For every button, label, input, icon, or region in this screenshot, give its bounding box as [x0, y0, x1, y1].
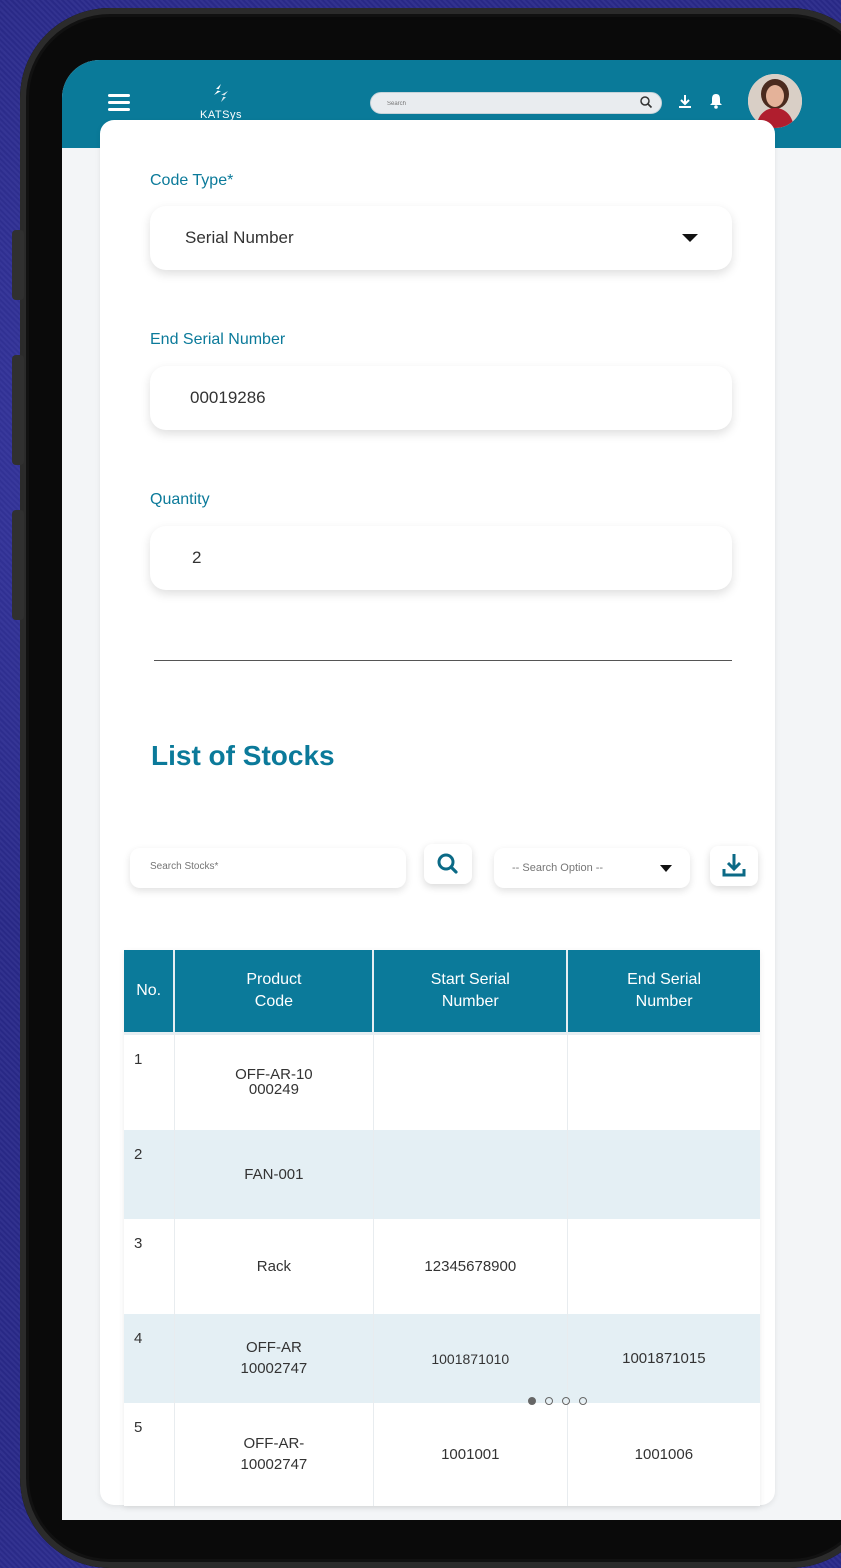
cell-product-code: FAN-001 [174, 1130, 374, 1219]
phone-volume-down [12, 510, 24, 620]
search-icon[interactable] [639, 95, 653, 114]
download-icon [722, 854, 746, 877]
bell-icon[interactable] [708, 92, 724, 115]
search-stocks-input[interactable] [148, 860, 392, 873]
phone-side-button [12, 230, 24, 300]
cell-start-serial: 1001001 [373, 1403, 568, 1506]
table-row[interactable]: 1 OFF-AR-10000249 [124, 1033, 760, 1130]
cell-start-serial: 12345678900 [373, 1219, 568, 1314]
column-header-label: Start Serial Number [430, 971, 510, 1010]
pagination-dot[interactable] [545, 1397, 553, 1405]
column-header-product-code[interactable]: Product Code [174, 950, 375, 1035]
table-row[interactable]: 4 OFF-AR 10002747 1001871010 1001871015 [124, 1314, 760, 1403]
cell-no: 5 [124, 1403, 175, 1506]
column-header-label: End Serial Number [627, 971, 701, 1010]
quantity-field[interactable]: 2 [150, 526, 732, 590]
search-option-select[interactable]: -- Search Option -- [494, 848, 690, 888]
cell-end-serial: 1001871015 [567, 1314, 760, 1403]
cell-text: OFF-AR-10000249 [235, 1065, 313, 1099]
cell-product-code: Rack [174, 1219, 374, 1314]
cell-product-code: OFF-AR 10002747 [174, 1314, 374, 1403]
stocks-title: List of Stocks [151, 740, 335, 771]
pagination-dot[interactable] [579, 1397, 587, 1405]
cell-text: OFF-AR 10002747 [240, 1339, 308, 1377]
cell-text: OFF-AR-10002747 [240, 1435, 308, 1473]
phone-screen: KATSys Code Type* Serial Number [62, 60, 841, 1520]
menu-icon[interactable] [108, 94, 130, 112]
table-row[interactable]: 3 Rack 12345678900 [124, 1219, 760, 1314]
cell-end-serial [567, 1033, 760, 1130]
pagination-dots [528, 1392, 596, 1410]
cell-product-code: OFF-AR-10002747 [174, 1403, 374, 1506]
quantity-label: Quantity [150, 491, 210, 508]
cell-no: 4 [124, 1314, 175, 1403]
cell-product-code: OFF-AR-10000249 [174, 1033, 374, 1130]
chevron-down-icon [682, 234, 698, 242]
cell-start-serial: 1001871010 [373, 1314, 568, 1403]
table-row[interactable]: 2 FAN-001 [124, 1130, 760, 1219]
column-header-start-serial[interactable]: Start Serial Number [373, 950, 569, 1035]
table-header-row: No. Product Code Start Serial Number End… [124, 950, 760, 1035]
global-search [370, 92, 662, 114]
end-serial-field[interactable]: 00019286 [150, 366, 732, 430]
search-stocks-button[interactable] [424, 844, 472, 884]
stocks-table: No. Product Code Start Serial Number End… [124, 950, 760, 1506]
cell-no: 2 [124, 1130, 175, 1219]
pagination-dot[interactable] [528, 1397, 536, 1405]
end-serial-value: 00019286 [190, 388, 266, 407]
search-icon [437, 853, 458, 874]
column-header-label: Product Code [246, 971, 302, 1010]
global-search-input[interactable] [385, 96, 619, 112]
cell-end-serial: 1001006 [567, 1403, 760, 1506]
column-header-end-serial[interactable]: End Serial Number [567, 950, 760, 1035]
code-type-select[interactable]: Serial Number [150, 206, 732, 270]
logo-icon [214, 84, 228, 102]
pagination-dot[interactable] [562, 1397, 570, 1405]
cell-no: 1 [124, 1033, 175, 1130]
cell-start-serial [373, 1130, 568, 1219]
search-stocks-box [130, 848, 406, 888]
section-divider [154, 660, 732, 661]
code-type-label: Code Type* [150, 172, 234, 189]
cell-no: 3 [124, 1219, 175, 1314]
cell-end-serial [567, 1130, 760, 1219]
quantity-value: 2 [192, 548, 202, 567]
column-header-no[interactable]: No. [124, 950, 176, 1035]
end-serial-label: End Serial Number [150, 331, 286, 348]
table-row[interactable]: 5 OFF-AR-10002747 1001001 1001006 [124, 1403, 760, 1506]
phone-volume-up [12, 355, 24, 465]
download-stocks-button[interactable] [710, 846, 758, 886]
code-type-value: Serial Number [185, 228, 294, 247]
chevron-down-icon [660, 865, 672, 872]
cell-start-serial [373, 1033, 568, 1130]
search-option-value: -- Search Option -- [512, 862, 604, 874]
download-icon[interactable] [676, 92, 694, 115]
cell-end-serial [567, 1219, 760, 1314]
